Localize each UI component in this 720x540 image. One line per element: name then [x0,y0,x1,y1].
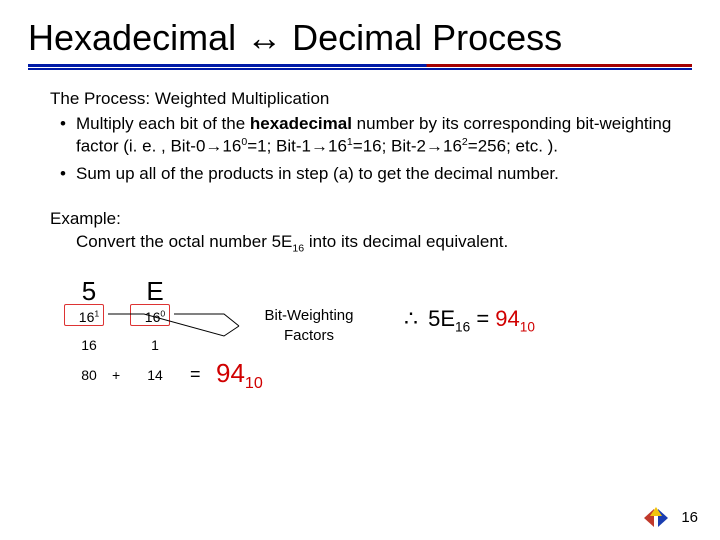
product-1: 14 [132,366,178,385]
example-line-pre: Convert the octal number 5E [76,232,292,251]
bullet-a-bold: hexadecimal [250,114,352,133]
bullet-marker: • [50,163,76,186]
bullet-a-end: =256; etc. ). [468,137,558,156]
weights-label: Bit-Weighting Factors [254,306,364,347]
example-line-sub: 16 [292,242,304,254]
title-rule [28,64,692,70]
product-0: 80 [66,366,112,385]
weightval-0: 16 [66,336,112,355]
example-label: Example: [50,208,682,231]
therefore-rhs: 94 [495,306,519,331]
box-weight-1 [130,304,170,326]
therefore-lhs-sub: 16 [455,319,470,334]
example-line-post: into its decimal equivalent. [304,232,508,251]
therefore-rhs-sub: 10 [520,319,535,334]
page-number: 16 [681,509,698,526]
slide-logo-icon [642,506,670,530]
bullet-a-mid2: =16; Bit-2→16 [353,137,462,156]
bullet-a-mid1: =1; Bit-1→16 [247,137,347,156]
slide-title: Hexadecimal ↔ Decimal Process [28,18,692,58]
bullet-a: • Multiply each bit of the hexadecimal n… [50,113,682,160]
process-lead: The Process: Weighted Multiplication [50,88,682,111]
therefore-mid: = [470,306,495,331]
bullet-b-text: Sum up all of the products in step (a) t… [76,163,682,186]
plus-sign: + [112,366,120,385]
bullet-b: • Sum up all of the products in step (a)… [50,163,682,186]
bullet-marker: • [50,113,76,160]
therefore-line: ∴ 5E16 = 9410 [404,304,535,337]
work-area: 5 161 16 80 E 160 1 14 + = 9410 [60,274,682,434]
weightval-1: 1 [132,336,178,355]
bullet-a-pre: Multiply each bit of the [76,114,250,133]
box-weight-0 [64,304,104,326]
therefore-symbol: ∴ [404,306,418,331]
therefore-lhs: 5E [428,306,455,331]
result-sub: 10 [245,374,263,392]
